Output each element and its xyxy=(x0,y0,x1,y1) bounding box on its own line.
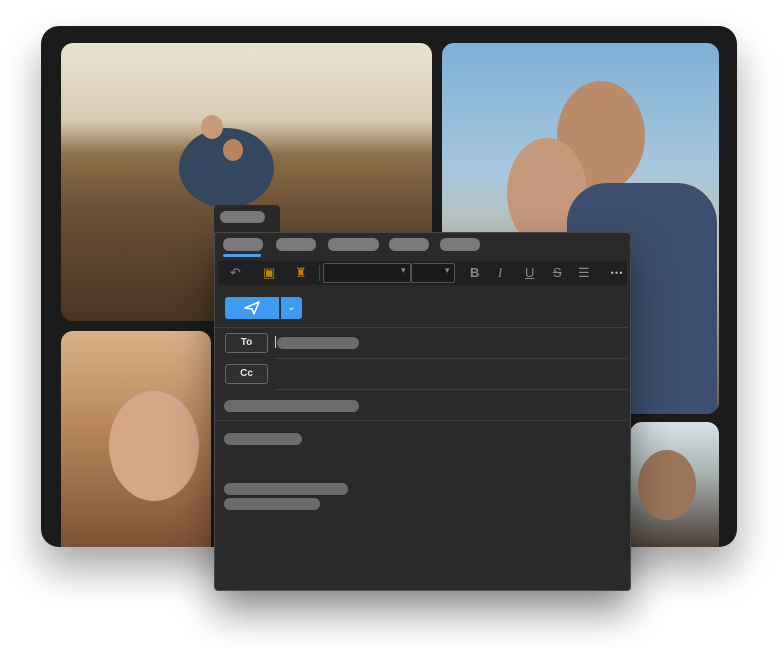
window-title-tab xyxy=(214,205,280,233)
tab-insert[interactable] xyxy=(276,238,316,251)
format-painter-icon[interactable]: ♜ xyxy=(295,265,307,281)
subject-placeholder[interactable] xyxy=(224,400,359,412)
chevron-down-icon: ▾ xyxy=(401,265,406,275)
to-recipient-placeholder[interactable] xyxy=(277,337,359,349)
body-text-placeholder xyxy=(224,498,320,510)
man-face xyxy=(638,450,696,520)
send-button[interactable] xyxy=(225,297,279,319)
person-head xyxy=(201,115,223,139)
undo-icon[interactable]: ↶ xyxy=(230,265,241,281)
list-icon[interactable]: ☰ xyxy=(578,265,590,281)
formatting-toolbar: ↶ ▣ ♜ ▾ ▾ B I U S ☰ ⋯ xyxy=(218,261,627,285)
text-cursor xyxy=(275,336,276,348)
body-text-placeholder xyxy=(224,483,348,495)
to-button[interactable]: To xyxy=(225,333,268,353)
divider xyxy=(275,389,628,390)
mail-compose-window: ↶ ▣ ♜ ▾ ▾ B I U S ☰ ⋯ ⌄ To Cc xyxy=(214,232,631,591)
tab-home[interactable] xyxy=(223,238,263,251)
cc-button[interactable]: Cc xyxy=(225,364,268,384)
photo-woman-laughing xyxy=(61,331,211,547)
tab-review[interactable] xyxy=(389,238,429,251)
send-icon xyxy=(244,301,260,315)
strikethrough-icon[interactable]: S xyxy=(553,265,562,281)
font-family-select[interactable] xyxy=(323,263,411,283)
woman-face xyxy=(109,391,199,501)
paste-icon[interactable]: ▣ xyxy=(263,265,275,281)
send-options-button[interactable]: ⌄ xyxy=(281,297,302,319)
divider xyxy=(275,358,628,359)
divider xyxy=(215,327,628,328)
tab-format[interactable] xyxy=(328,238,379,251)
chevron-down-icon: ▾ xyxy=(445,265,450,275)
body-text-placeholder xyxy=(224,433,302,445)
more-icon[interactable]: ⋯ xyxy=(610,265,623,281)
italic-icon[interactable]: I xyxy=(498,265,502,281)
person-head xyxy=(223,139,243,161)
chevron-down-icon: ⌄ xyxy=(287,302,296,313)
message-body[interactable] xyxy=(215,421,628,589)
active-tab-indicator xyxy=(223,254,261,257)
tab-options[interactable] xyxy=(440,238,480,251)
bold-icon[interactable]: B xyxy=(470,265,479,281)
underline-icon[interactable]: U xyxy=(525,265,534,281)
window-title-placeholder xyxy=(220,211,265,223)
photo-man-glasses xyxy=(630,422,719,547)
toolbar-separator xyxy=(319,265,320,281)
